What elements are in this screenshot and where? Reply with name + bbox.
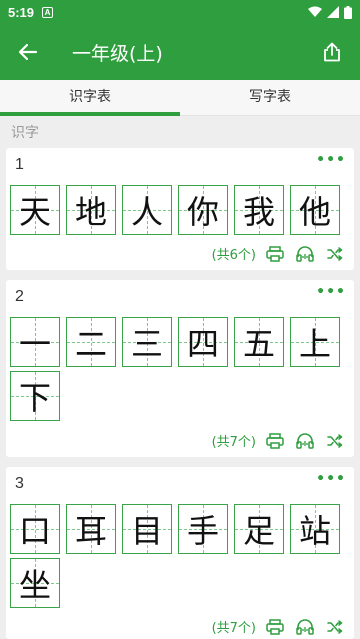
- lesson-number: 3: [15, 475, 24, 492]
- character-cell[interactable]: 我: [234, 185, 284, 235]
- back-button[interactable]: [0, 24, 56, 80]
- character-cell[interactable]: 一: [10, 317, 60, 367]
- character-cell[interactable]: 站: [290, 504, 340, 554]
- page-title: 一年级(上): [72, 42, 163, 65]
- headphones-icon[interactable]: [294, 245, 316, 263]
- character-cell[interactable]: 三: [122, 317, 172, 367]
- character-cell[interactable]: 他: [290, 185, 340, 235]
- character-cell[interactable]: 天: [10, 185, 60, 235]
- print-icon[interactable]: [264, 618, 286, 636]
- character-cell[interactable]: 耳: [66, 504, 116, 554]
- more-options-icon[interactable]: •••: [316, 152, 346, 168]
- notification-a-icon: A: [42, 6, 54, 18]
- lesson-card-1: 1 ••• 天 地 人 你 我 他 (共6个): [6, 148, 354, 270]
- headphones-icon[interactable]: [294, 618, 316, 636]
- character-cell[interactable]: 口: [10, 504, 60, 554]
- character-cell[interactable]: 手: [178, 504, 228, 554]
- character-cell[interactable]: 上: [290, 317, 340, 367]
- app-bar: 一年级(上): [0, 24, 360, 80]
- share-button[interactable]: [304, 24, 360, 80]
- card-footer: (共7个): [212, 617, 346, 636]
- character-count: (共6个): [211, 248, 256, 263]
- character-count: (共7个): [211, 435, 256, 450]
- tab-literacy-table[interactable]: 识字表: [0, 80, 180, 116]
- character-cell[interactable]: 地: [66, 185, 116, 235]
- print-icon[interactable]: [264, 432, 286, 450]
- signal-icon: [327, 6, 339, 18]
- lesson-card-3: 3 ••• 口 耳 目 手 足 站 坐 (共7个): [6, 467, 354, 639]
- card-footer: (共6个): [212, 244, 346, 263]
- lesson-card-2: 2 ••• 一 二 三 四 五 上 下 (共7个): [6, 280, 354, 457]
- lesson-number: 2: [15, 288, 24, 305]
- shuffle-icon[interactable]: [324, 618, 346, 636]
- status-bar: 5:19 A: [0, 0, 360, 24]
- battery-icon: [344, 5, 352, 19]
- character-cell[interactable]: 四: [178, 317, 228, 367]
- headphones-icon[interactable]: [294, 432, 316, 450]
- shuffle-icon[interactable]: [324, 432, 346, 450]
- character-count: (共7个): [211, 621, 256, 636]
- share-icon: [324, 42, 340, 62]
- shuffle-icon[interactable]: [324, 245, 346, 263]
- character-cell[interactable]: 人: [122, 185, 172, 235]
- tab-writing-table[interactable]: 写字表: [180, 80, 360, 115]
- character-cell[interactable]: 二: [66, 317, 116, 367]
- character-cell[interactable]: 坐: [10, 558, 60, 608]
- section-label: 识字: [11, 125, 39, 141]
- more-options-icon[interactable]: •••: [316, 471, 346, 487]
- character-cell[interactable]: 下: [10, 371, 60, 421]
- card-footer: (共7个): [212, 431, 346, 450]
- lesson-number: 1: [15, 156, 24, 173]
- more-options-icon[interactable]: •••: [316, 284, 346, 300]
- tab-bar: 识字表 写字表: [0, 80, 360, 116]
- character-cell[interactable]: 目: [122, 504, 172, 554]
- character-cell[interactable]: 足: [234, 504, 284, 554]
- wifi-icon: [308, 6, 322, 17]
- arrow-left-icon: [18, 43, 38, 61]
- status-icons: [308, 5, 352, 19]
- character-cell[interactable]: 五: [234, 317, 284, 367]
- character-cell[interactable]: 你: [178, 185, 228, 235]
- status-time: 5:19: [8, 4, 35, 20]
- print-icon[interactable]: [264, 245, 286, 263]
